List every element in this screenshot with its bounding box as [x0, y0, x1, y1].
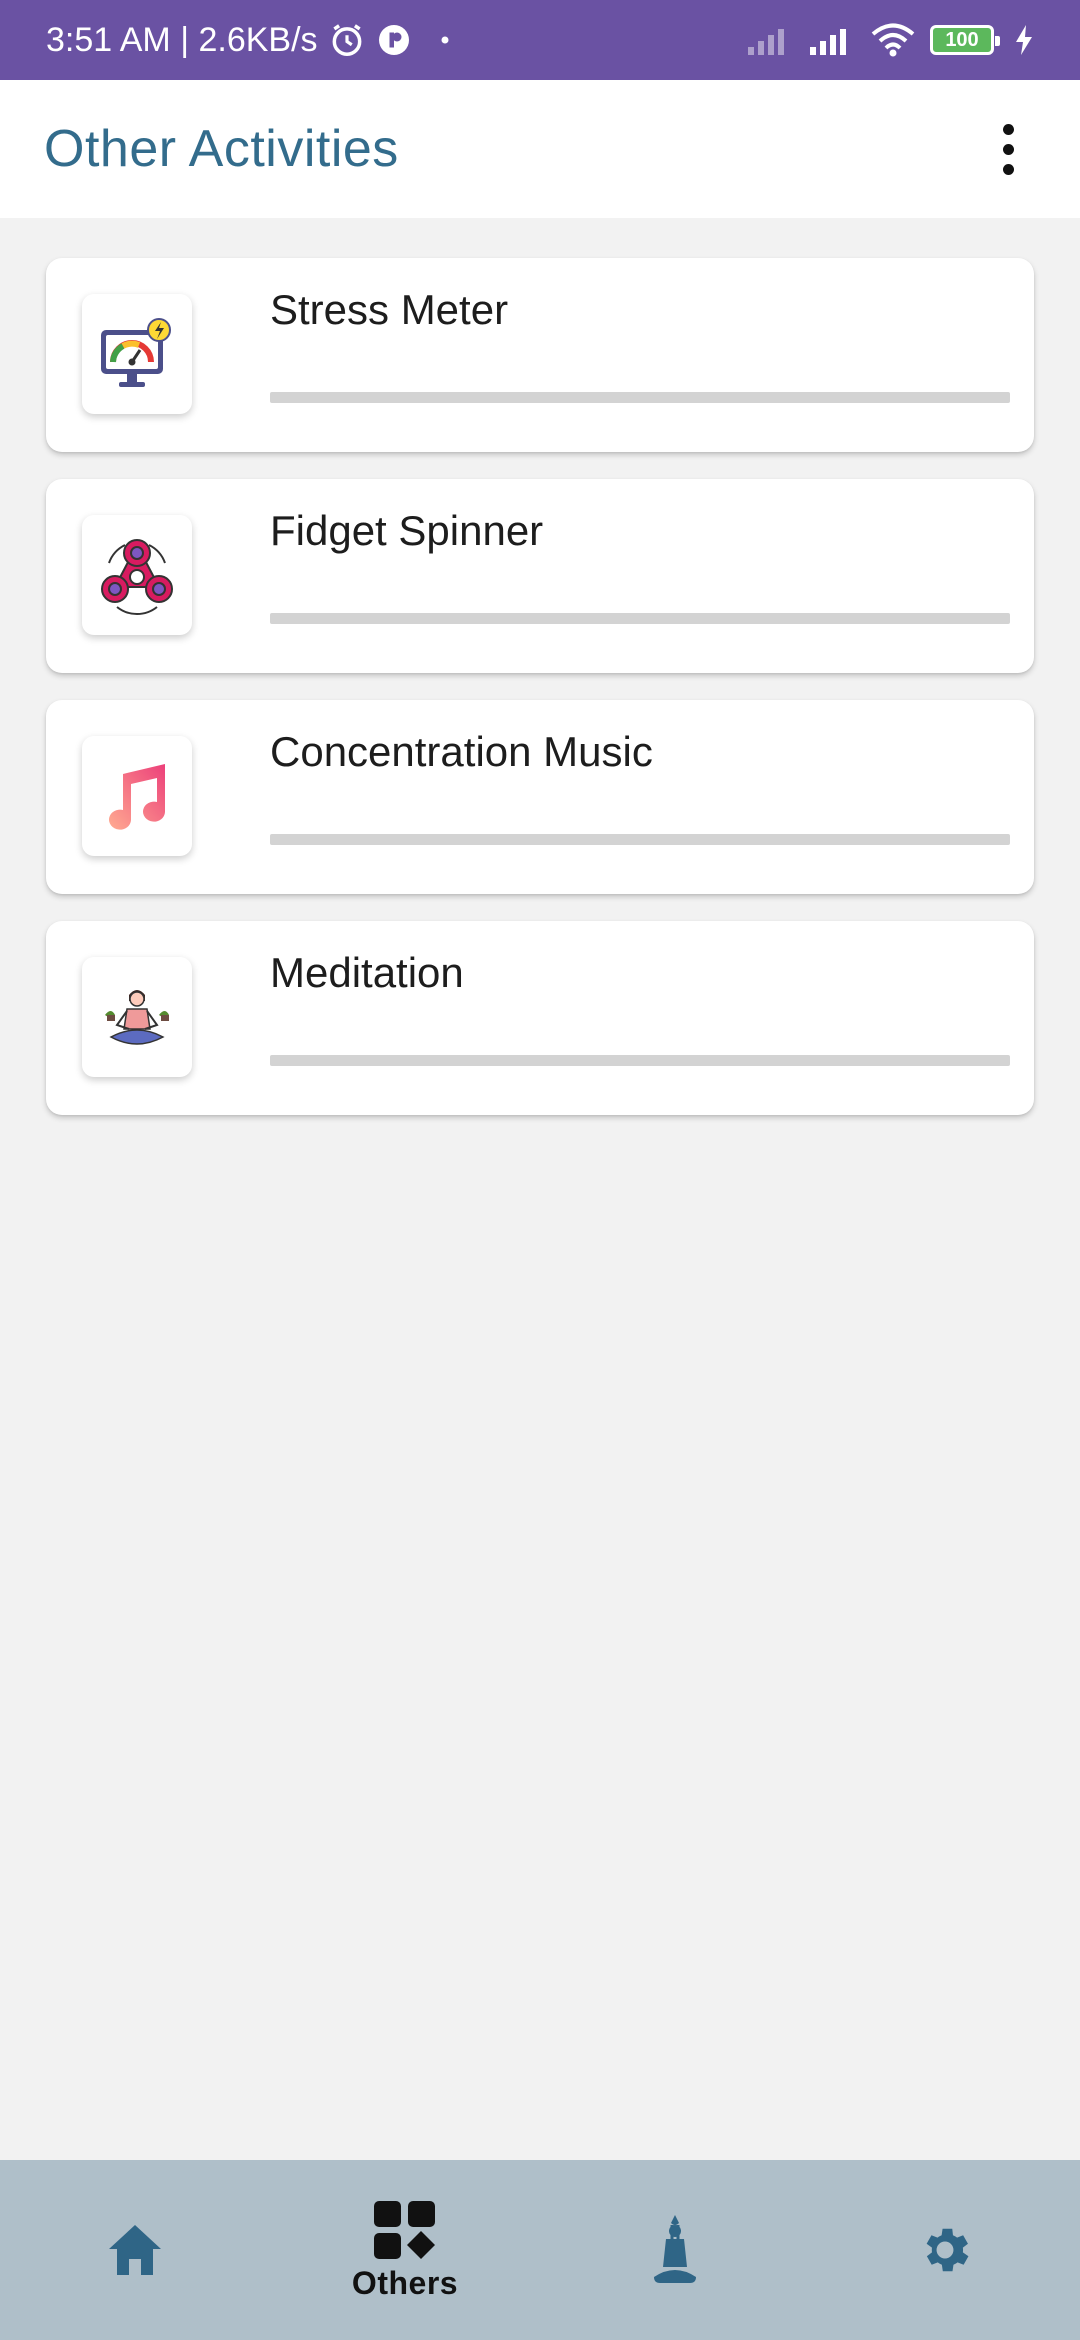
activity-card-stress-meter[interactable]: Stress Meter: [46, 258, 1034, 452]
activity-progress: [270, 613, 1010, 624]
activity-title: Fidget Spinner: [270, 507, 544, 554]
activity-progress: [270, 1055, 1010, 1066]
page-title: Other Activities: [44, 120, 399, 178]
nav-yoga[interactable]: [540, 2160, 810, 2340]
wifi-icon: [870, 23, 916, 57]
menu-dot: [1002, 123, 1014, 135]
charging-icon: [1014, 25, 1034, 55]
nav-label-others: Others: [351, 2264, 459, 2301]
meditation-icon: [82, 957, 192, 1077]
dot-icon: [440, 35, 450, 45]
menu-dot: [1002, 163, 1014, 175]
nav-home[interactable]: [0, 2160, 270, 2340]
home-icon: [109, 2225, 161, 2275]
activity-card-fidget-spinner[interactable]: Fidget Spinner: [46, 479, 1034, 673]
activity-progress: [270, 392, 1010, 403]
status-left: 3:51 AM | 2.6KB/s: [46, 21, 450, 60]
activity-card-meditation[interactable]: Meditation: [46, 921, 1034, 1115]
activity-progress: [270, 834, 1010, 845]
bottom-nav: Others: [0, 2160, 1080, 2340]
app-bar: Other Activities: [0, 80, 1080, 218]
status-bar: 3:51 AM | 2.6KB/s 100: [0, 0, 1080, 80]
activity-title: Meditation: [270, 949, 464, 996]
alarm-icon: [328, 21, 366, 59]
activity-title: Concentration Music: [270, 728, 653, 775]
activity-list: Stress Meter Fidget Spinner Concentratio…: [46, 258, 1034, 1142]
gear-icon: [926, 2228, 969, 2272]
nav-others[interactable]: Others: [270, 2160, 540, 2340]
more-vertical-icon[interactable]: [980, 109, 1036, 189]
activity-title: Stress Meter: [270, 286, 509, 333]
menu-dot: [1002, 143, 1014, 155]
app-notification-icon: [376, 22, 412, 58]
battery-level: 100: [945, 28, 979, 51]
nav-settings[interactable]: [810, 2160, 1080, 2340]
stress-meter-icon: [82, 294, 192, 414]
signal-icon: [808, 25, 856, 55]
yoga-icon: [654, 2215, 696, 2283]
signal-weak-icon: [746, 25, 794, 55]
status-right: 100: [746, 23, 1034, 57]
music-note-icon: [82, 736, 192, 856]
activity-card-concentration-music[interactable]: Concentration Music: [46, 700, 1034, 894]
others-grid-icon: [374, 2200, 435, 2259]
status-time-speed: 3:51 AM | 2.6KB/s: [46, 20, 318, 59]
fidget-spinner-icon: [82, 515, 192, 635]
battery-icon: 100: [930, 25, 1000, 55]
